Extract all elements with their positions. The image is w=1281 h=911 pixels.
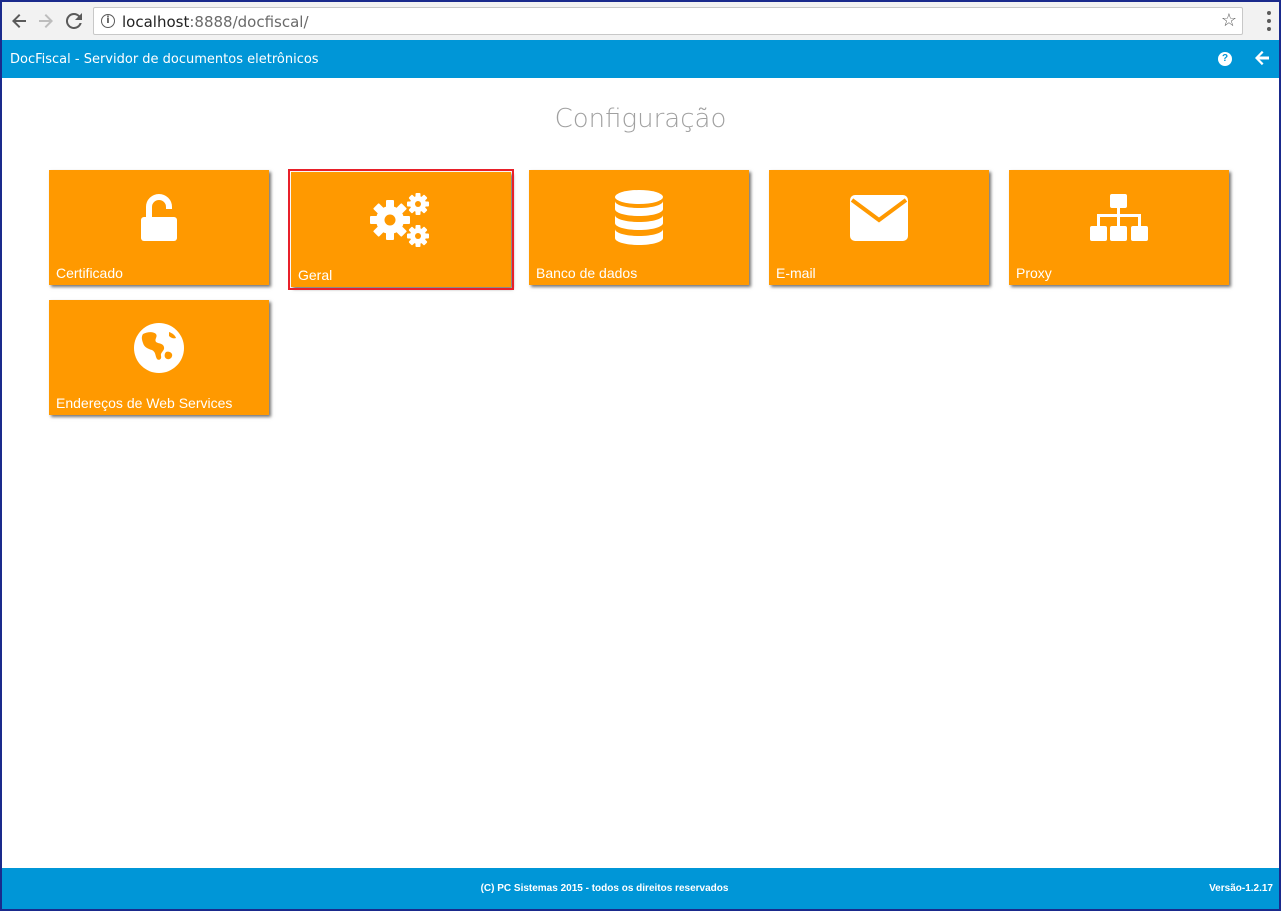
tile-label: Endereços de Web Services xyxy=(56,395,233,411)
tile-label: Proxy xyxy=(1016,265,1052,281)
tile-banco-de-dados[interactable]: Banco de dados xyxy=(529,170,749,285)
back-icon[interactable] xyxy=(1254,50,1270,66)
tile-proxy[interactable]: Proxy xyxy=(1009,170,1229,285)
forward-arrow-icon[interactable] xyxy=(34,9,58,33)
copyright-text: (C) PC Sistemas 2015 - todos os direitos… xyxy=(480,883,729,894)
address-bar[interactable]: i localhost:8888/docfiscal/ ☆ xyxy=(93,7,1243,35)
info-icon[interactable]: i xyxy=(101,14,115,28)
tile-certificado[interactable]: Certificado xyxy=(49,170,269,285)
app-footer: (C) PC Sistemas 2015 - todos os direitos… xyxy=(2,868,1279,909)
url-text: localhost:8888/docfiscal/ xyxy=(122,13,309,31)
url-host: localhost xyxy=(122,13,190,31)
help-icon[interactable]: ? xyxy=(1218,52,1232,66)
url-path: :8888/docfiscal/ xyxy=(189,13,309,31)
tile-enderecos-web-services[interactable]: Endereços de Web Services xyxy=(49,300,269,415)
sitemap-icon xyxy=(1009,188,1229,248)
browser-menu-icon[interactable] xyxy=(1267,11,1271,31)
reload-icon[interactable] xyxy=(62,9,86,33)
tile-label: Certificado xyxy=(56,265,123,281)
browser-toolbar: i localhost:8888/docfiscal/ ☆ xyxy=(2,2,1279,41)
app-header: DocFiscal - Servidor de documentos eletr… xyxy=(2,40,1279,78)
tile-geral[interactable]: Geral xyxy=(288,169,514,290)
page-title: Configuração xyxy=(554,104,727,134)
tile-label: Banco de dados xyxy=(536,265,638,281)
version-text: Versão-1.2.17 xyxy=(1209,883,1273,894)
envelope-icon xyxy=(769,188,989,248)
tile-label: E-mail xyxy=(776,265,816,281)
database-icon xyxy=(529,188,749,248)
tile-label: Geral xyxy=(298,267,333,283)
globe-icon xyxy=(49,318,269,378)
gears-icon xyxy=(291,190,511,250)
back-arrow-icon[interactable] xyxy=(7,9,31,33)
app-title: DocFiscal - Servidor de documentos eletr… xyxy=(10,52,319,67)
unlock-icon xyxy=(49,188,269,248)
tile-e-mail[interactable]: E-mail xyxy=(769,170,989,285)
bookmark-star-icon[interactable]: ☆ xyxy=(1221,10,1237,31)
browser-window: i localhost:8888/docfiscal/ ☆ DocFiscal … xyxy=(0,0,1281,911)
